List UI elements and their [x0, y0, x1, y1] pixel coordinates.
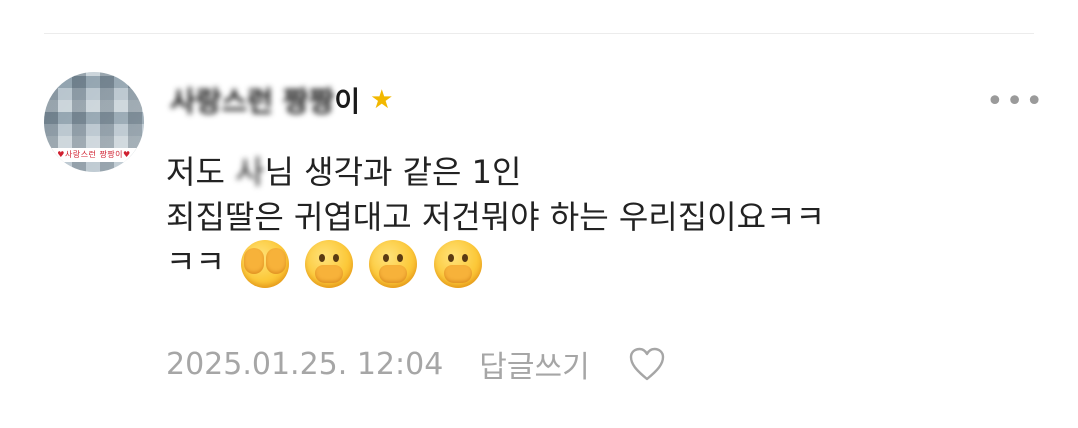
line3-text: ㅋㅋ — [166, 243, 225, 281]
heart-outline-icon[interactable] — [628, 346, 666, 382]
comment-line-1: 저도 사님 생각과 같은 1인 — [166, 150, 1036, 195]
comment-line-2: 죄집딸은 귀엽대고 저건뭐야 하는 우리집이요ㅋㅋ — [166, 198, 825, 236]
line1-prefix: 저도 — [166, 153, 236, 191]
face-with-hand-over-mouth-icon — [305, 240, 354, 288]
avatar-caption: ♥사랑스런 짱짱이♥ — [44, 148, 144, 162]
comment-line-3: ㅋㅋ — [166, 240, 1036, 288]
author-row: 사랑스런 짱짱이 ★ — [170, 80, 393, 120]
nickname-visible-part: 이 — [334, 85, 361, 118]
reply-button[interactable]: 답글쓰기 — [479, 342, 589, 386]
author-avatar[interactable]: ♥사랑스런 짱짱이♥ — [44, 72, 144, 172]
face-with-hand-over-mouth-icon — [369, 240, 418, 288]
comment-date: 2025.01.25. 12:04 — [166, 346, 444, 382]
line1-suffix: 님 생각과 같은 1인 — [264, 153, 522, 191]
star-icon: ★ — [370, 85, 394, 115]
face-with-hand-over-mouth-icon — [433, 240, 482, 288]
top-divider — [44, 33, 1034, 34]
masked-name: 사 — [235, 153, 265, 191]
nickname-masked-part: 사랑스런 짱짱 — [170, 85, 335, 118]
comment-meta: 2025.01.25. 12:04 답글쓰기 — [166, 342, 666, 386]
face-with-hand-over-eyes-icon — [241, 240, 290, 288]
comment-body: 저도 사님 생각과 같은 1인 죄집딸은 귀엽대고 저건뭐야 하는 우리집이요ㅋ… — [166, 150, 1036, 288]
more-icon[interactable]: ••• — [986, 87, 1045, 117]
author-nickname[interactable]: 사랑스런 짱짱이 — [170, 80, 360, 120]
